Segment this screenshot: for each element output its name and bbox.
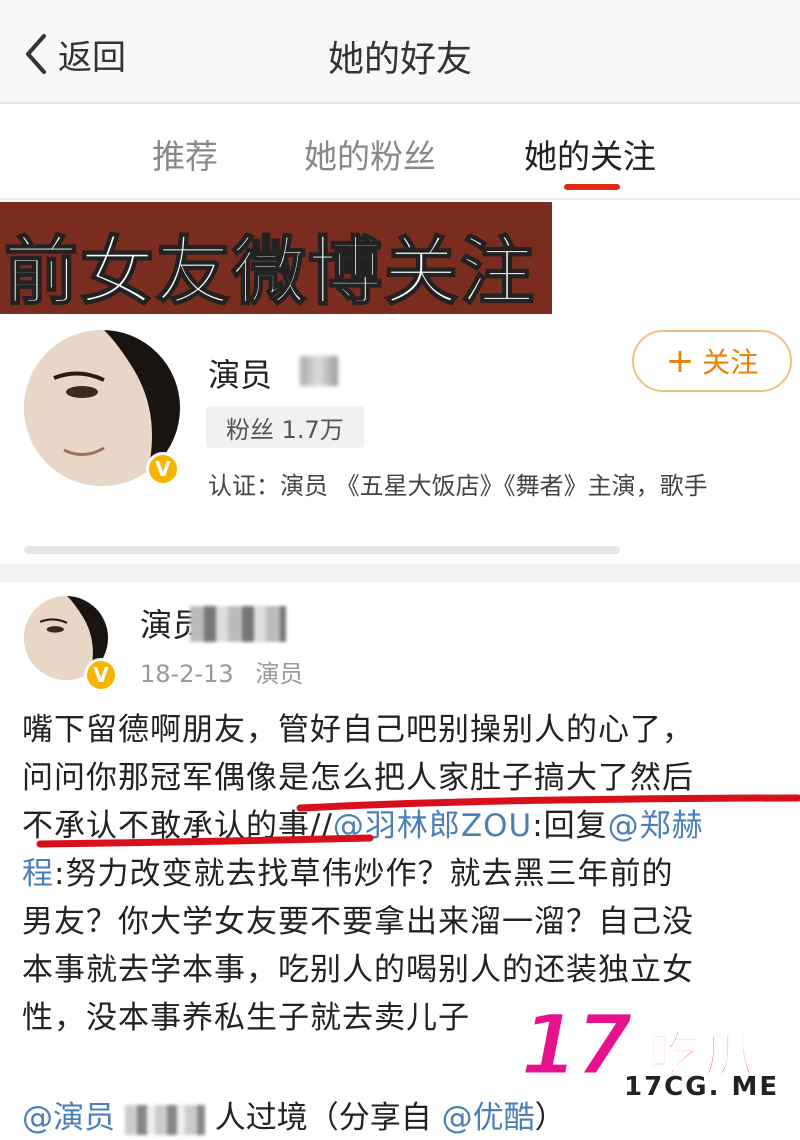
redacted-name-blur: [190, 606, 286, 642]
post-line: 本事就去学本事，吃别人的喝别人的还装独立女: [22, 952, 694, 988]
post-line: 程:努力改变就去找草伟炒作？就去黑三年前的: [22, 850, 792, 898]
top-bar: 返回 她的好友: [0, 0, 800, 104]
post-text-span: :回复: [532, 808, 608, 844]
follow-button[interactable]: + 关注: [632, 330, 792, 392]
mention-link[interactable]: @羽林郎ZOU: [333, 808, 532, 844]
verified-badge-icon: V: [146, 452, 180, 486]
watermark-logo: 17 吃瓜 17CG. ME: [519, 995, 800, 1112]
watermark-url: 17CG. ME: [620, 1072, 784, 1102]
tab-her-fans[interactable]: 她的粉丝: [304, 130, 436, 178]
horizontal-scrollbar[interactable]: [24, 546, 620, 554]
post-line: 不承认不敢承认的事//@羽林郎ZOU:回复@郑赫: [22, 802, 792, 850]
shared-video-line[interactable]: @演员 人过境（分享自 @优酷）: [22, 1092, 566, 1137]
tab-her-following[interactable]: 她的关注: [524, 130, 656, 178]
post-line: 男友？你大学女友要不要拿出来溜一溜？自己没: [22, 904, 694, 940]
verification-info: 认证：演员 《五星大饭店》《舞者》主演，歌手: [208, 472, 708, 500]
follow-label: 关注: [702, 346, 759, 379]
post-meta: 18-2-13 演员: [140, 654, 317, 689]
active-tab-indicator: [564, 184, 620, 190]
mention-link[interactable]: @郑赫: [608, 808, 704, 844]
mention-link[interactable]: 程: [22, 856, 54, 892]
post-text-span: :努力改变就去找草伟炒作？就去黑三年前的: [54, 856, 674, 892]
verified-badge-icon: V: [84, 658, 118, 692]
page-title: 她的好友: [327, 39, 472, 80]
post-date: 18-2-13: [140, 660, 234, 688]
user-card[interactable]: V 演员 + 关注 粉丝 1.7万 认证：演员 《五星大饭店》《舞者》主演，歌手: [0, 314, 800, 564]
caption-banner-text: 前女友微博关注: [3, 228, 536, 316]
section-divider: [0, 564, 800, 582]
post-line: 嘴下留德啊朋友，管好自己吧别操别人的心了，: [22, 712, 694, 748]
caption-banner: 前女友微博关注: [0, 202, 552, 316]
post-line: 问问你那冠军偶像是怎么把人家肚子搞大了然后: [22, 760, 694, 796]
redacted-name-blur: [300, 356, 338, 386]
plus-icon: +: [665, 341, 695, 381]
shared-video-title: 人过境（分享自: [214, 1100, 442, 1136]
post-body: 嘴下留德啊朋友，管好自己吧别操别人的心了， 问问你那冠军偶像是怎么把人家肚子搞大…: [22, 706, 792, 1042]
redacted-name-blur: [124, 1104, 205, 1135]
post-source: 演员: [255, 660, 304, 688]
tab-recommend[interactable]: 推荐: [152, 130, 218, 178]
watermark-number: 17: [519, 995, 635, 1096]
fans-count-badge: 粉丝 1.7万: [206, 406, 364, 448]
user-name[interactable]: 演员: [208, 350, 272, 396]
mention-link[interactable]: @演员: [22, 1100, 115, 1136]
tab-bar: 推荐 她的粉丝 她的关注: [0, 104, 800, 200]
post-text-span: 不承认不敢承认的事//: [22, 808, 333, 844]
